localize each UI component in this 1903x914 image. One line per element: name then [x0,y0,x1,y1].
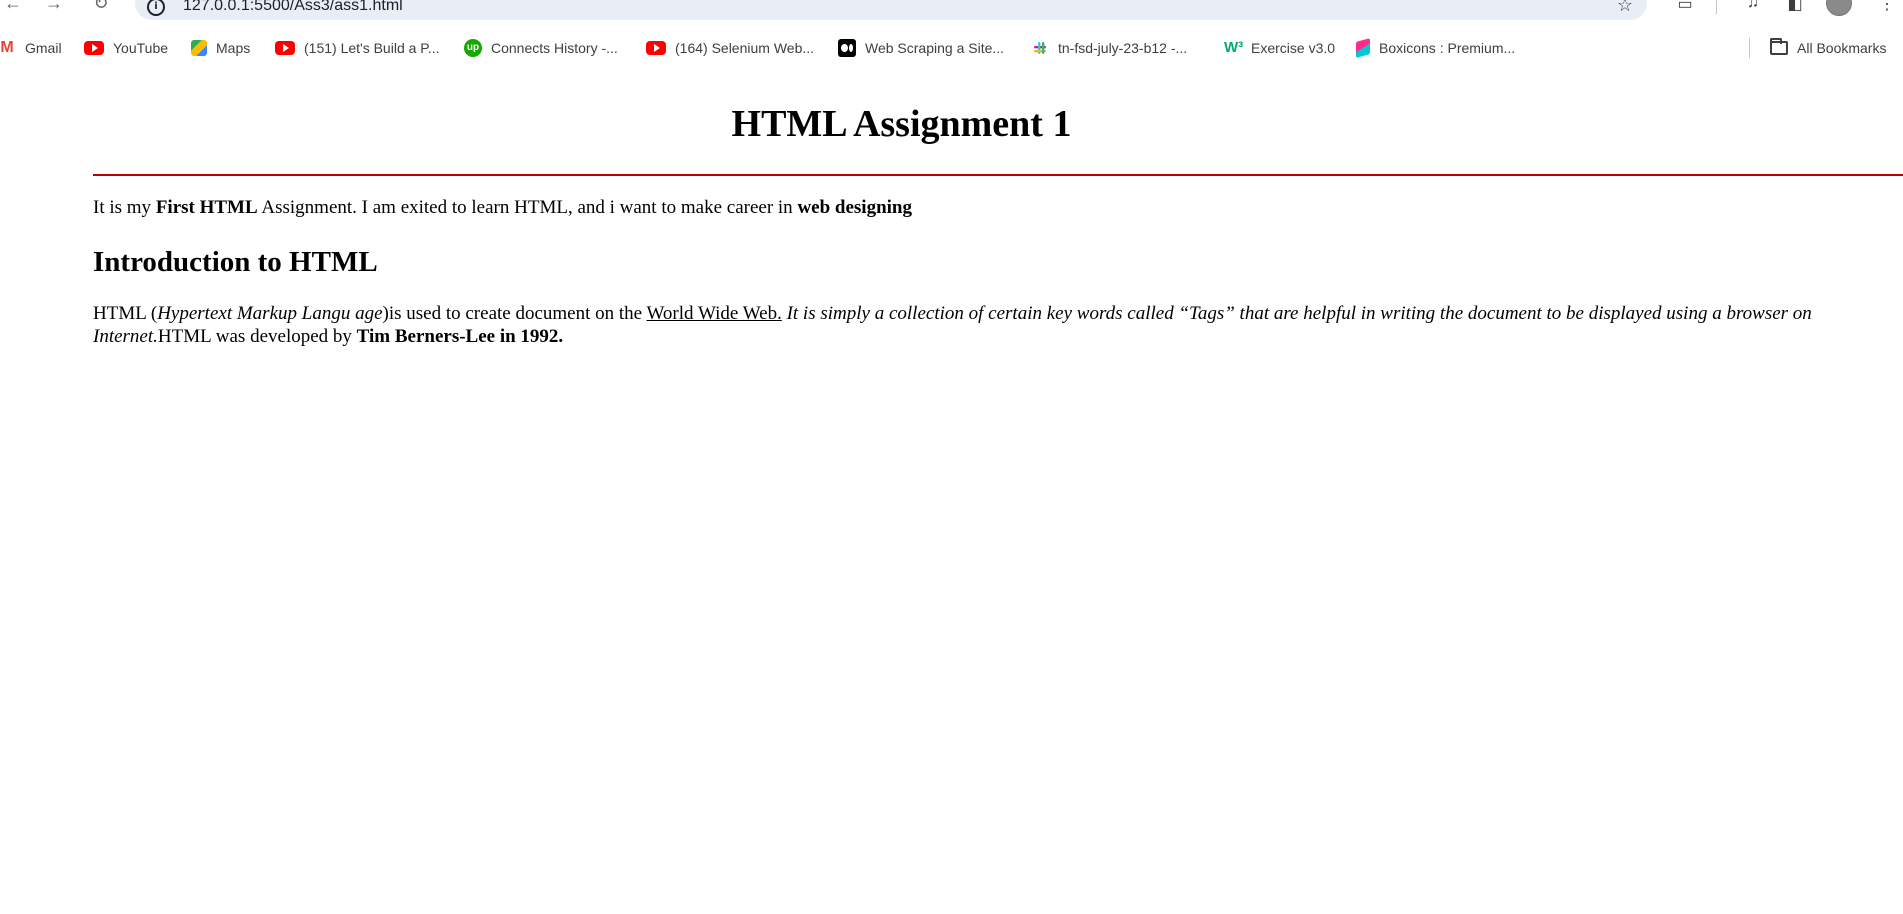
slack-icon [1031,39,1049,57]
body-text: HTML ( [93,303,158,324]
bookmark-boxicons[interactable]: Boxicons : Premium... [1356,38,1515,58]
bookmark-label: (164) Selenium Web... [675,40,815,56]
body-italic-hypertext: Hypertext Markup Langu age [157,303,383,324]
bookmark-w3schools[interactable]: W³ Exercise v3.0 [1224,38,1335,58]
reload-icon[interactable]: ↻ [90,0,112,16]
url-text[interactable]: 127.0.0.1:5500/Ass3/ass1.html [183,0,403,15]
bookmarks-bar: M Gmail YouTube Maps (151) Let's Build a… [0,34,1903,62]
media-icon[interactable]: ♫ [1742,0,1764,14]
bookmark-label: Connects History -... [491,40,618,56]
intro-text: Assignment. I am exited to learn HTML, a… [257,197,798,218]
bookmark-star-icon[interactable]: ☆ [1617,0,1633,16]
youtube-icon [275,41,295,55]
bookmark-label: (151) Let's Build a P... [304,40,440,56]
browser-toolbar: ← → ↻ i 127.0.0.1:5500/Ass3/ass1.html ☆ … [0,0,1903,22]
site-info-icon[interactable]: i [147,0,165,16]
bookmark-label: Web Scraping a Site... [865,40,1005,56]
body-bold-tim-berners-lee: Tim Berners-Lee in 1992. [356,326,564,347]
w3schools-icon: W³ [1224,39,1244,56]
profile-avatar[interactable] [1826,0,1852,16]
bookmark-label: tn-fsd-july-23-b12 -... [1058,40,1188,56]
all-bookmarks-button[interactable]: All Bookmarks [1770,38,1886,58]
horizontal-rule [93,174,1903,176]
medium-icon [838,39,856,57]
bookmark-label: Gmail [25,40,62,56]
world-wide-web-link[interactable]: World Wide Web. [647,303,782,324]
section-heading: Introduction to HTML [93,246,378,278]
back-icon[interactable]: ← [2,0,24,16]
page-title: HTML Assignment 1 [0,102,1903,146]
extensions-icon[interactable]: ▭ [1674,0,1696,14]
menu-icon[interactable]: ⋮ [1876,0,1898,14]
bookmark-youtube[interactable]: YouTube [84,38,168,58]
boxicons-icon [1356,38,1370,58]
bookmark-connects-history[interactable]: up Connects History -... [464,38,618,58]
bookmarks-divider [1749,38,1750,58]
side-panel-icon[interactable]: ◧ [1784,0,1806,14]
maps-icon [191,40,207,56]
bookmark-label: Exercise v3.0 [1251,40,1336,56]
bookmark-lets-build[interactable]: (151) Let's Build a P... [275,38,440,58]
bookmark-label: Boxicons : Premium... [1379,40,1516,56]
bookmark-label: Maps [216,40,251,56]
all-bookmarks-label: All Bookmarks [1797,40,1887,56]
intro-paragraph: It is my First HTML Assignment. I am exi… [93,197,912,219]
body-text: )is used to create document on the [382,303,647,324]
intro-html-paragraph: HTML (Hypertext Markup Langu age)is used… [93,302,1893,348]
intro-bold-web-designing: web designing [797,197,912,218]
body-text: HTML was developed by [157,326,357,347]
gmail-icon: M [0,39,14,56]
intro-bold-first-html: First HTML [155,197,258,218]
folder-icon [1770,38,1788,55]
forward-icon[interactable]: → [43,0,65,16]
toolbar-divider [1716,0,1717,14]
page-title-text: HTML Assignment 1 [731,103,1072,145]
bookmark-selenium[interactable]: (164) Selenium Web... [646,38,814,58]
youtube-icon [84,41,104,55]
address-bar[interactable]: i 127.0.0.1:5500/Ass3/ass1.html ☆ [135,0,1647,20]
upwork-icon: up [464,39,482,57]
bookmark-maps[interactable]: Maps [191,38,250,58]
bookmark-slack[interactable]: tn-fsd-july-23-b12 -... [1031,38,1187,58]
bookmark-web-scraping[interactable]: Web Scraping a Site... [838,38,1004,58]
bookmark-gmail[interactable]: M Gmail [0,38,62,58]
bookmark-label: YouTube [113,40,169,56]
intro-text: It is my [93,197,156,218]
youtube-icon [646,41,666,55]
